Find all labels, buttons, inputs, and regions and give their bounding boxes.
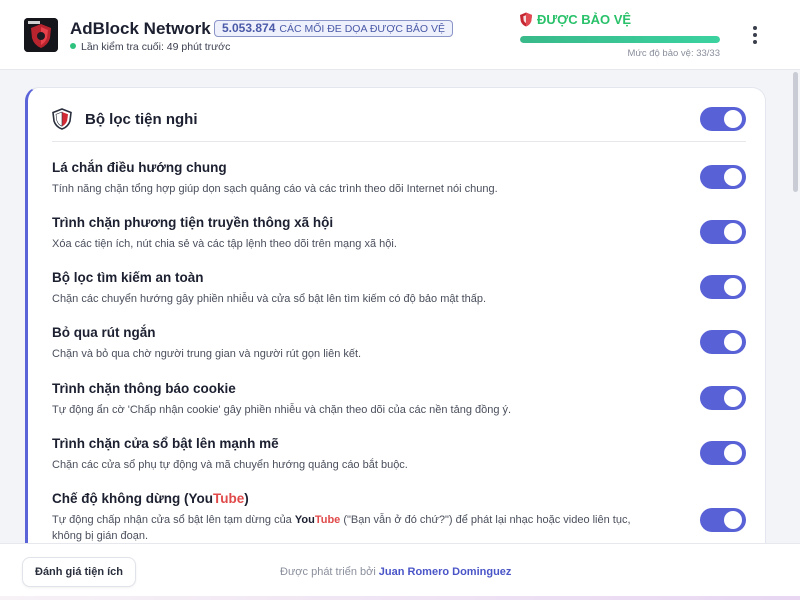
filter-title: Bộ lọc tìm kiếm an toàn bbox=[52, 270, 204, 285]
adblock-logo-icon bbox=[24, 18, 58, 52]
filter-row: Trình chặn thông báo cookie Tự động ẩn c… bbox=[52, 381, 746, 418]
protection-level: Mức độ bảo vệ: 33/33 bbox=[627, 48, 720, 59]
filter-title: Chế độ không dừng (YouTube) bbox=[52, 491, 249, 506]
filter-row: Chế độ không dừng (YouTube) Tự động chấp… bbox=[52, 491, 746, 544]
filter-title: Trình chặn thông báo cookie bbox=[52, 381, 236, 396]
filter-toggle-cookie-notice[interactable] bbox=[700, 386, 746, 410]
threat-label: CÁC MỐI ĐE DỌA ĐƯỢC BẢO VỆ bbox=[279, 23, 445, 35]
protection-progress-fill bbox=[520, 36, 720, 43]
online-dot-icon bbox=[70, 43, 76, 49]
rate-extension-button[interactable]: Đánh giá tiện ích bbox=[22, 557, 137, 587]
filter-title: Bỏ qua rút ngắn bbox=[52, 325, 156, 340]
filter-desc: Tự động chấp nhận cửa sổ bật lên tạm dừn… bbox=[52, 514, 631, 542]
shield-check-icon bbox=[520, 12, 532, 27]
protection-progress-bar bbox=[520, 36, 720, 43]
threat-count-badge: 5.053.874 CÁC MỐI ĐE DỌA ĐƯỢC BẢO VỆ bbox=[214, 20, 453, 37]
comfort-filters-card: Bộ lọc tiện nghi Lá chắn điều hướng chun… bbox=[25, 87, 766, 557]
scrollbar-thumb[interactable] bbox=[793, 72, 798, 192]
filter-title: Trình chặn phương tiện truyền thông xã h… bbox=[52, 215, 334, 230]
youtube-you-text: You bbox=[188, 491, 214, 506]
filter-toggle-youtube-nonstop[interactable] bbox=[700, 508, 746, 532]
filter-desc: Chặn các chuyển hướng gây phiền nhiễu và… bbox=[52, 293, 487, 305]
filter-row: Bộ lọc tìm kiếm an toàn Chặn các chuyển … bbox=[52, 270, 746, 307]
filter-desc: Xóa các tiện ích, nút chia sẻ và các tập… bbox=[52, 238, 397, 250]
filter-toggle-social-media[interactable] bbox=[700, 220, 746, 244]
youtube-tube-text: Tube bbox=[314, 514, 341, 526]
developer-credit: Được phát triển bởi Juan Romero Dominguez bbox=[280, 566, 511, 578]
filter-toggle-shortener-bypass[interactable] bbox=[700, 330, 746, 354]
filter-desc: Tính năng chặn tổng hợp giúp dọn sạch qu… bbox=[52, 183, 498, 195]
scrollbar[interactable] bbox=[793, 72, 798, 542]
filter-desc: Chặn các cửa sổ phụ tự động và mã chuyển… bbox=[52, 459, 408, 471]
threat-count: 5.053.874 bbox=[222, 21, 276, 35]
last-check-status: Lần kiểm tra cuối: 49 phút trước bbox=[70, 41, 230, 53]
protection-status-text: ĐƯỢC BẢO VỆ bbox=[537, 12, 632, 27]
filter-title: Lá chắn điều hướng chung bbox=[52, 160, 227, 175]
youtube-tube-text: Tube bbox=[213, 491, 245, 506]
shield-icon bbox=[52, 108, 72, 130]
filter-toggle-general-shield[interactable] bbox=[700, 165, 746, 189]
filter-row: Trình chặn cửa sổ bật lên mạnh mẽ Chặn c… bbox=[52, 436, 746, 473]
filter-row: Bỏ qua rút ngắn Chặn và bỏ qua chờ người… bbox=[52, 325, 746, 362]
filter-title: Trình chặn cửa sổ bật lên mạnh mẽ bbox=[52, 436, 279, 451]
filter-desc: Chặn và bỏ qua chờ người trung gian và n… bbox=[52, 348, 362, 360]
master-toggle[interactable] bbox=[700, 107, 746, 131]
card-header: Bộ lọc tiện nghi bbox=[52, 106, 746, 142]
footer-gradient-strip bbox=[0, 596, 800, 600]
card-title: Bộ lọc tiện nghi bbox=[85, 111, 198, 128]
app-title: AdBlock Network bbox=[70, 19, 211, 38]
filter-toggle-safe-search[interactable] bbox=[700, 275, 746, 299]
youtube-you-text: You bbox=[294, 514, 315, 526]
protection-status: ĐƯỢC BẢO VỆ bbox=[519, 12, 631, 27]
filter-row: Lá chắn điều hướng chung Tính năng chặn … bbox=[52, 160, 746, 197]
developer-credit-prefix: Được phát triển bởi bbox=[280, 566, 376, 578]
header: AdBlock Network 5.053.874 CÁC MỐI ĐE DỌA … bbox=[0, 0, 800, 70]
filter-row: Trình chặn phương tiện truyền thông xã h… bbox=[52, 215, 746, 252]
last-check-text: Lần kiểm tra cuối: 49 phút trước bbox=[81, 41, 231, 53]
filter-desc: Tự động ẩn cờ 'Chấp nhận cookie' gây phi… bbox=[52, 404, 512, 416]
filter-toggle-popup-blocker[interactable] bbox=[700, 441, 746, 465]
footer: Đánh giá tiện ích Được phát triển bởi Jua… bbox=[0, 543, 800, 600]
developer-link[interactable]: Juan Romero Dominguez bbox=[379, 566, 512, 578]
kebab-menu-icon[interactable] bbox=[744, 24, 766, 46]
